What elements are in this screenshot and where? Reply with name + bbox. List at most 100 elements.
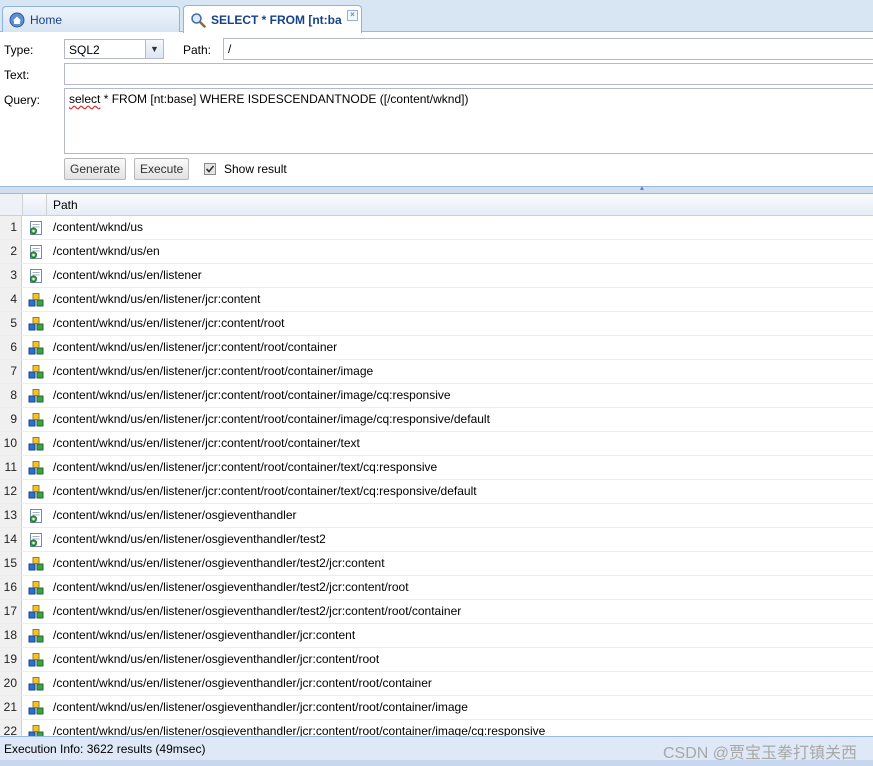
table-row[interactable]: 6/content/wknd/us/en/listener/jcr:conten… (0, 336, 873, 360)
type-label: Type: (4, 43, 34, 57)
node-icon (28, 388, 44, 404)
table-row[interactable]: 4/content/wknd/us/en/listener/jcr:conten… (0, 288, 873, 312)
table-row[interactable]: 19/content/wknd/us/en/listener/osgievent… (0, 648, 873, 672)
table-row[interactable]: 10/content/wknd/us/en/listener/jcr:conte… (0, 432, 873, 456)
execution-info: Execution Info: 3622 results (49msec) (4, 742, 206, 756)
row-path: /content/wknd/us/en/listener/osgieventha… (53, 652, 380, 666)
table-row[interactable]: 18/content/wknd/us/en/listener/osgievent… (0, 624, 873, 648)
node-icon (28, 700, 44, 716)
row-number: 18 (0, 624, 22, 647)
tab-bar: Home SELECT * FROM [nt:ba × (0, 0, 873, 33)
table-row[interactable]: 1/content/wknd/us (0, 216, 873, 240)
show-result-label: Show result (224, 162, 287, 176)
collapse-arrow-icon[interactable]: ▲ (627, 185, 657, 192)
tab-home-label: Home (30, 12, 63, 27)
page-icon (28, 268, 44, 284)
query-textarea[interactable]: select * FROM [nt:base] WHERE ISDESCENDA… (64, 88, 873, 154)
tab-query-label: SELECT * FROM [nt:ba (211, 12, 342, 27)
home-icon (9, 12, 25, 28)
node-icon (28, 316, 44, 332)
node-icon (28, 556, 44, 572)
row-path: /content/wknd/us/en/listener/jcr:content… (53, 412, 490, 426)
table-row[interactable]: 2/content/wknd/us/en (0, 240, 873, 264)
row-path: /content/wknd/us/en/listener/jcr:content (53, 292, 261, 306)
table-row[interactable]: 22/content/wknd/us/en/listener/osgievent… (0, 720, 873, 736)
row-path: /content/wknd/us (53, 220, 144, 234)
node-icon (28, 412, 44, 428)
close-icon[interactable]: × (347, 10, 358, 21)
table-row[interactable]: 14/content/wknd/us/en/listener/osgievent… (0, 528, 873, 552)
type-select[interactable]: SQL2 ▼ (64, 39, 164, 59)
text-input[interactable] (64, 63, 873, 85)
node-icon (28, 724, 44, 736)
row-number: 17 (0, 600, 22, 623)
table-row[interactable]: 17/content/wknd/us/en/listener/osgievent… (0, 600, 873, 624)
row-number: 3 (0, 264, 22, 287)
table-row[interactable]: 5/content/wknd/us/en/listener/jcr:conten… (0, 312, 873, 336)
node-icon (28, 484, 44, 500)
row-number: 6 (0, 336, 22, 359)
row-number: 15 (0, 552, 22, 575)
row-path: /content/wknd/us/en/listener (53, 268, 202, 282)
row-path: /content/wknd/us/en (53, 244, 160, 258)
node-icon (28, 628, 44, 644)
table-row[interactable]: 16/content/wknd/us/en/listener/osgievent… (0, 576, 873, 600)
path-column-header[interactable]: Path (53, 198, 78, 212)
row-number: 21 (0, 696, 22, 719)
path-input[interactable]: / (223, 38, 873, 60)
row-number: 1 (0, 216, 22, 239)
row-path: /content/wknd/us/en/listener/jcr:content… (53, 460, 438, 474)
row-path: /content/wknd/us/en/listener/jcr:content… (53, 316, 285, 330)
row-number: 11 (0, 456, 22, 479)
execute-button[interactable]: Execute (134, 158, 189, 180)
query-label: Query: (4, 93, 41, 107)
generate-button[interactable]: Generate (64, 158, 126, 180)
node-icon (28, 436, 44, 452)
panel-splitter[interactable]: ▲ (0, 185, 873, 194)
chevron-down-icon[interactable]: ▼ (145, 40, 163, 58)
row-number: 5 (0, 312, 22, 335)
row-number: 4 (0, 288, 22, 311)
row-path: /content/wknd/us/en/listener/osgieventha… (53, 700, 468, 714)
row-number: 8 (0, 384, 22, 407)
row-number: 13 (0, 504, 22, 527)
text-label: Text: (4, 68, 30, 82)
node-icon (28, 676, 44, 692)
tab-home[interactable]: Home (2, 6, 180, 32)
row-number: 12 (0, 480, 22, 503)
row-number: 2 (0, 240, 22, 263)
tab-query[interactable]: SELECT * FROM [nt:ba × (183, 5, 362, 33)
query-form: Type: SQL2 ▼ Path: / Text: Query: select… (0, 33, 873, 186)
results-grid-body: 1/content/wknd/us 2/content/wknd/us/en 3/c… (0, 216, 873, 736)
status-bar: Execution Info: 3622 results (49msec) CS… (0, 736, 873, 762)
row-path: /content/wknd/us/en/listener/jcr:content… (53, 436, 360, 450)
row-path: /content/wknd/us/en/listener/osgieventha… (53, 556, 385, 570)
table-row[interactable]: 3/content/wknd/us/en/listener (0, 264, 873, 288)
node-icon (28, 364, 44, 380)
show-result-checkbox[interactable] (204, 163, 216, 175)
table-row[interactable]: 7/content/wknd/us/en/listener/jcr:conten… (0, 360, 873, 384)
node-icon (28, 292, 44, 308)
row-path: /content/wknd/us/en/listener/jcr:content… (53, 484, 477, 498)
row-path: /content/wknd/us/en/listener/osgieventha… (53, 508, 297, 522)
row-number: 20 (0, 672, 22, 695)
row-path: /content/wknd/us/en/listener/osgieventha… (53, 580, 409, 594)
row-number: 16 (0, 576, 22, 599)
table-row[interactable]: 15/content/wknd/us/en/listener/osgievent… (0, 552, 873, 576)
row-number: 10 (0, 432, 22, 455)
table-row[interactable]: 13/content/wknd/us/en/listener/osgievent… (0, 504, 873, 528)
row-number: 9 (0, 408, 22, 431)
row-path: /content/wknd/us/en/listener/osgieventha… (53, 532, 326, 546)
path-label: Path: (183, 43, 212, 57)
table-row[interactable]: 12/content/wknd/us/en/listener/jcr:conte… (0, 480, 873, 504)
query-text: * FROM [nt:base] WHERE ISDESCENDANTNODE … (100, 92, 469, 106)
table-row[interactable]: 21/content/wknd/us/en/listener/osgievent… (0, 696, 873, 720)
table-row[interactable]: 20/content/wknd/us/en/listener/osgievent… (0, 672, 873, 696)
table-row[interactable]: 9/content/wknd/us/en/listener/jcr:conten… (0, 408, 873, 432)
table-row[interactable]: 8/content/wknd/us/en/listener/jcr:conten… (0, 384, 873, 408)
table-row[interactable]: 11/content/wknd/us/en/listener/jcr:conte… (0, 456, 873, 480)
row-number: 22 (0, 720, 22, 736)
checkmark-icon (205, 165, 215, 173)
node-icon (28, 340, 44, 356)
row-number: 7 (0, 360, 22, 383)
